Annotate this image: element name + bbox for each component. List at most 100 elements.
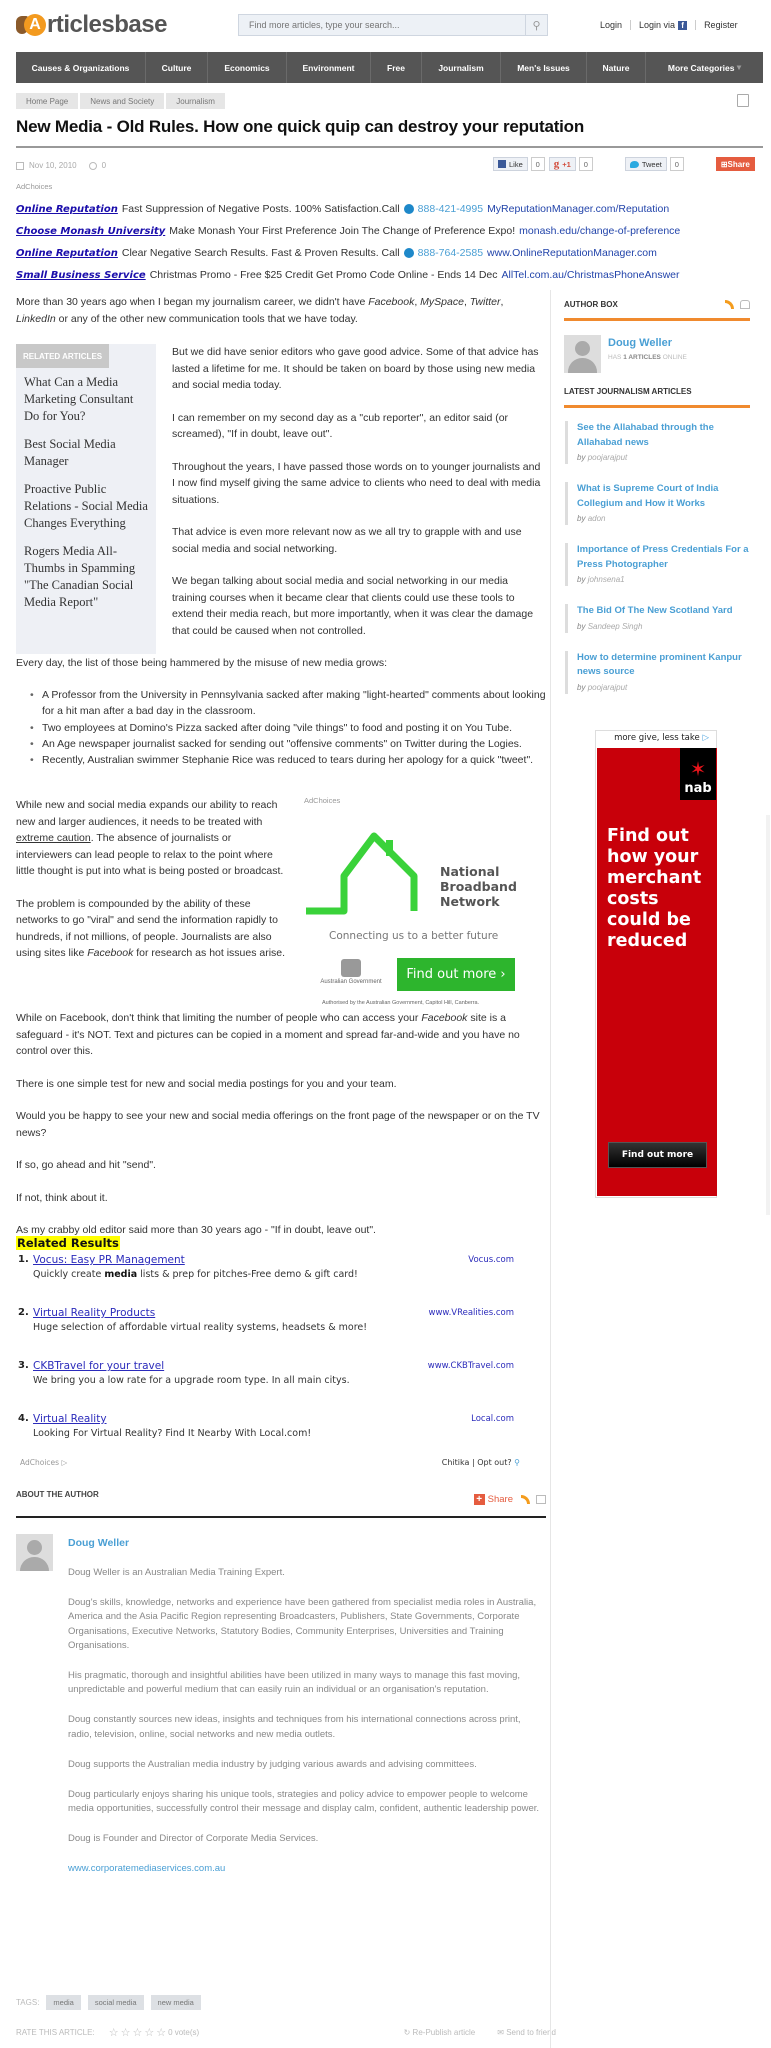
- ad-title-link[interactable]: Choose Monash University: [16, 226, 165, 237]
- author-website-link[interactable]: www.corporatemediaservices.com.au: [68, 1863, 225, 1874]
- vote-count: 0 vote(s): [168, 2028, 200, 2037]
- related-article-link[interactable]: Best Social Media Manager: [24, 436, 148, 470]
- share-plus-icon[interactable]: +: [473, 1494, 485, 1505]
- like-label: Like: [509, 159, 523, 169]
- skype-call-icon[interactable]: [403, 204, 414, 214]
- author-link[interactable]: Sandeep Singh: [588, 622, 643, 631]
- nbn-display-ad[interactable]: AdChoices National Broadband Network Conne…: [304, 796, 544, 1006]
- google-plus-button[interactable]: g +1: [548, 157, 576, 171]
- latest-article-link[interactable]: How to determine prominent Kanpur news s…: [577, 652, 742, 678]
- share-link[interactable]: Share: [488, 1494, 513, 1505]
- author-name-link[interactable]: Doug Weller: [68, 1537, 129, 1549]
- scrollbar[interactable]: [766, 815, 770, 1215]
- result-link[interactable]: Virtual Reality Products: [33, 1307, 155, 1319]
- ad-title-link[interactable]: Online Reputation: [16, 248, 118, 259]
- author-avatar[interactable]: [564, 335, 601, 373]
- result-domain[interactable]: www.CKBTravel.com: [428, 1361, 514, 1371]
- nav-item-economics[interactable]: Economics: [208, 52, 287, 83]
- social-bar: Like 0 g +1 0 Tweet 0 ⊞ Share: [493, 157, 755, 171]
- nav-item-journalism[interactable]: Journalism: [422, 52, 501, 83]
- ad-title-link[interactable]: Small Business Service: [16, 270, 146, 281]
- ad-phone[interactable]: 888-421-4995: [418, 203, 483, 215]
- result-domain[interactable]: Vocus.com: [468, 1255, 514, 1265]
- nav-item-causes[interactable]: Causes & Organizations: [16, 52, 146, 83]
- author-name-link[interactable]: Doug Weller: [608, 337, 672, 349]
- adchoices-icon[interactable]: ▷: [702, 733, 709, 743]
- login-via-facebook-link[interactable]: Login via f: [639, 20, 688, 30]
- facebook-like-button[interactable]: Like: [493, 157, 528, 171]
- nav-item-environment[interactable]: Environment: [287, 52, 371, 83]
- breadcrumb-news-society[interactable]: News and Society: [80, 93, 165, 109]
- star-icon[interactable]: ☆: [109, 2026, 119, 2039]
- author-link[interactable]: poojarajput: [588, 453, 628, 462]
- register-link[interactable]: Register: [704, 20, 738, 30]
- latest-article-link[interactable]: Importance of Press Credentials For a Pr…: [577, 544, 749, 570]
- related-article-link[interactable]: What Can a Media Marketing Consultant Do…: [24, 374, 148, 425]
- related-article-link[interactable]: Rogers Media All-Thumbs in Spamming "The…: [24, 543, 148, 611]
- tag[interactable]: new media: [150, 1995, 201, 2010]
- related-article-link[interactable]: Proactive Public Relations - Social Medi…: [24, 481, 148, 532]
- author-link[interactable]: adon: [588, 514, 606, 523]
- nab-find-out-more-button[interactable]: Find out more: [608, 1142, 707, 1168]
- text: by: [577, 575, 586, 584]
- search-icon[interactable]: ⚲: [514, 1458, 520, 1467]
- nab-display-ad[interactable]: more give, less take ▷ ✶ nab Find out how…: [595, 730, 717, 1198]
- author-link[interactable]: johnsena1: [588, 575, 625, 584]
- star-icon[interactable]: ☆: [121, 2026, 131, 2039]
- latest-articles: LATEST JOURNALISM ARTICLES See the Allah…: [564, 387, 750, 694]
- result-link[interactable]: Virtual Reality: [33, 1413, 107, 1425]
- login-link[interactable]: Login: [600, 20, 622, 30]
- opt-out-link[interactable]: Opt out?: [477, 1458, 511, 1467]
- result-link[interactable]: Vocus: Easy PR Management: [33, 1254, 185, 1266]
- latest-article-link[interactable]: See the Allahabad through the Allahabad …: [577, 422, 714, 448]
- twitter-icon: [629, 160, 639, 168]
- author-avatar[interactable]: [16, 1534, 53, 1571]
- adchoices-label[interactable]: AdChoices: [16, 182, 52, 191]
- nav-item-culture[interactable]: Culture: [146, 52, 208, 83]
- tag[interactable]: media: [46, 1995, 81, 2010]
- examples-list: A Professor from the University in Penns…: [30, 687, 547, 769]
- text: Find out: [607, 826, 689, 846]
- ad-title-link[interactable]: Online Reputation: [16, 204, 118, 215]
- nav-item-nature[interactable]: Nature: [587, 52, 646, 83]
- result-domain[interactable]: Local.com: [471, 1414, 514, 1424]
- adchoices-link[interactable]: AdChoices ▷: [20, 1458, 67, 1467]
- breadcrumb-journalism[interactable]: Journalism: [166, 93, 225, 109]
- ad-phone[interactable]: 888-764-2585: [418, 247, 483, 259]
- search-input[interactable]: [239, 15, 525, 35]
- ad-url[interactable]: AllTel.com.au/ChristmasPhoneAnswer: [502, 269, 680, 281]
- nav-item-mens-issues[interactable]: Men's Issues: [501, 52, 587, 83]
- site-logo[interactable]: A rticlesbase: [16, 11, 167, 38]
- result-domain[interactable]: www.VRealities.com: [429, 1308, 515, 1318]
- extreme-caution-link[interactable]: extreme caution: [16, 832, 91, 844]
- ad-url[interactable]: MyReputationManager.com/Reputation: [487, 203, 669, 215]
- result-link[interactable]: CKBTravel for your travel: [33, 1360, 164, 1372]
- author-link[interactable]: poojarajput: [588, 683, 628, 692]
- ad-url[interactable]: monash.edu/change-of-preference: [519, 225, 680, 237]
- share-button[interactable]: ⊞ Share: [715, 157, 755, 171]
- republish-link[interactable]: ↻ Re-Publish article: [404, 2028, 476, 2037]
- ad-url[interactable]: www.OnlineReputationManager.com: [487, 247, 657, 259]
- rss-icon[interactable]: [725, 300, 734, 309]
- star-icon[interactable]: ☆: [156, 2026, 166, 2039]
- nav-item-more-categories[interactable]: More Categories ▾: [646, 52, 763, 83]
- latest-article-link[interactable]: The Bid Of The New Scotland Yard: [577, 605, 733, 616]
- print-icon[interactable]: [737, 94, 749, 107]
- mail-icon[interactable]: [536, 1495, 546, 1504]
- star-icon[interactable]: ☆: [132, 2026, 142, 2039]
- tag[interactable]: social media: [87, 1995, 144, 2010]
- send-to-friend-link[interactable]: ✉ Send to friend: [497, 2028, 556, 2037]
- rss-icon[interactable]: [521, 1495, 530, 1504]
- nbn-find-out-more-button[interactable]: Find out more ›: [397, 958, 515, 991]
- nav-item-free[interactable]: Free: [371, 52, 422, 83]
- skype-call-icon[interactable]: [403, 248, 414, 258]
- tweet-button[interactable]: Tweet: [624, 157, 667, 171]
- result-number: 2.: [18, 1307, 29, 1318]
- star-icon[interactable]: ☆: [144, 2026, 154, 2039]
- result-description: Huge selection of affordable virtual rea…: [33, 1322, 368, 1333]
- adchoices-label[interactable]: AdChoices: [304, 796, 544, 805]
- breadcrumb-home[interactable]: Home Page: [16, 93, 79, 109]
- latest-article-link[interactable]: What is Supreme Court of India Collegium…: [577, 483, 718, 509]
- mail-icon[interactable]: [740, 300, 750, 309]
- search-icon[interactable]: ⚲: [525, 15, 547, 35]
